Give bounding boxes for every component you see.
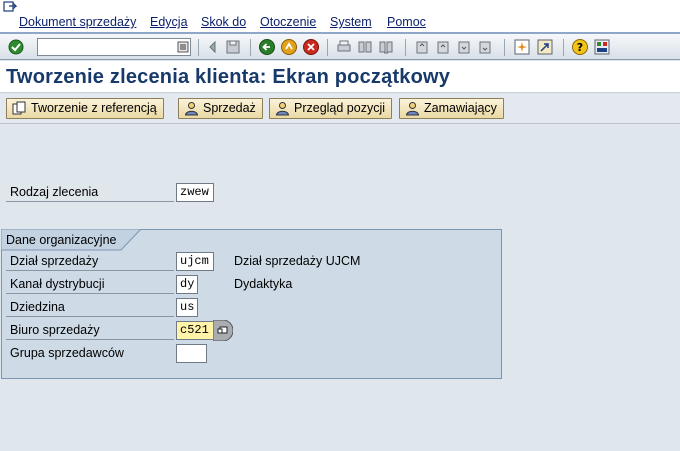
menu-pomoc[interactable]: Pomoc <box>387 14 426 30</box>
help-icon[interactable]: ? <box>571 38 589 56</box>
label-underline <box>6 339 174 340</box>
application-toolbar: Tworzenie z referencją Sprzedaż Przegląd… <box>0 94 680 124</box>
menu-system[interactable]: System <box>330 14 372 30</box>
distribution-channel-input[interactable]: dy <box>176 275 198 294</box>
command-field[interactable] <box>37 38 191 56</box>
sales-button[interactable]: Sprzedaż <box>178 98 263 119</box>
first-page-icon[interactable] <box>413 38 431 56</box>
create-with-reference-button[interactable]: Tworzenie z referencją <box>6 98 164 119</box>
item-overview-label: Przegląd pozycji <box>294 101 386 115</box>
page-title: Tworzenie zlecenia klienta: Ekran począt… <box>6 66 451 88</box>
division-input[interactable]: us <box>176 298 198 317</box>
sales-group-input[interactable] <box>176 344 207 363</box>
svg-text:?: ? <box>577 41 583 54</box>
menu-dokument-sprzedazy[interactable]: Dokument sprzedaży <box>19 14 136 30</box>
back-icon[interactable] <box>258 38 276 56</box>
shortcut-icon[interactable] <box>536 38 554 56</box>
label-underline <box>6 316 174 317</box>
toolbar-separator <box>504 39 505 56</box>
standard-toolbar: ? <box>0 32 680 60</box>
sales-office-label: Biuro sprzedaży <box>10 323 100 337</box>
find-icon[interactable] <box>356 38 374 56</box>
exit-icon[interactable] <box>280 38 298 56</box>
title-bar: Tworzenie zlecenia klienta: Ekran począt… <box>0 61 680 93</box>
sales-org-input[interactable]: ujcm <box>176 252 214 271</box>
menu-bar: Dokument sprzedaży Edycja Skok do Otocze… <box>0 0 680 32</box>
sales-label: Sprzedaż <box>203 101 256 115</box>
enter-check-icon[interactable] <box>7 38 25 56</box>
create-session-icon[interactable] <box>513 38 531 56</box>
system-menu-icon[interactable] <box>3 1 19 13</box>
copy-document-icon <box>12 101 26 115</box>
toolbar-separator <box>327 39 328 56</box>
command-history-icon[interactable] <box>177 41 189 53</box>
toolbar-separator <box>405 39 406 56</box>
find-next-icon[interactable] <box>377 38 395 56</box>
toolbar-separator <box>250 39 251 56</box>
menu-skok-do[interactable]: Skok do <box>201 14 246 30</box>
customize-layout-icon[interactable] <box>593 38 611 56</box>
distribution-channel-description: Dydaktyka <box>234 277 293 291</box>
group-title: Dane organizacyjne <box>6 233 117 247</box>
item-overview-button[interactable]: Przegląd pozycji <box>269 98 393 119</box>
cancel-icon[interactable] <box>302 38 320 56</box>
menu-edycja[interactable]: Edycja <box>150 14 188 30</box>
person-icon <box>184 102 199 116</box>
toolbar-separator <box>563 39 564 56</box>
order-type-label: Rodzaj zlecenia <box>10 185 99 199</box>
print-icon[interactable] <box>335 38 353 56</box>
next-page-icon[interactable] <box>455 38 473 56</box>
division-label: Dziedzina <box>10 300 65 314</box>
search-help-icon[interactable] <box>213 320 233 341</box>
sales-org-description: Dział sprzedaży UJCM <box>234 254 361 268</box>
previous-page-icon[interactable] <box>434 38 452 56</box>
menu-otoczenie[interactable]: Otoczenie <box>260 14 316 30</box>
label-underline <box>6 201 174 202</box>
label-underline <box>6 270 174 271</box>
sales-office-input[interactable]: c521 <box>176 321 214 340</box>
order-type-input[interactable]: zwew <box>176 183 214 202</box>
sales-group-label: Grupa sprzedawców <box>10 346 124 360</box>
ordering-party-button[interactable]: Zamawiający <box>399 98 504 119</box>
sales-org-label: Dział sprzedaży <box>10 254 99 268</box>
distribution-channel-label: Kanał dystrybucji <box>10 277 105 291</box>
person-icon <box>275 102 290 116</box>
toolbar-separator <box>198 39 199 56</box>
ordering-party-label: Zamawiający <box>424 101 497 115</box>
create-with-reference-label: Tworzenie z referencją <box>31 101 157 115</box>
last-page-icon[interactable] <box>476 38 494 56</box>
triangle-left-icon[interactable] <box>204 38 222 56</box>
person-icon <box>405 102 420 116</box>
save-icon[interactable] <box>224 38 242 56</box>
label-underline <box>6 293 174 294</box>
